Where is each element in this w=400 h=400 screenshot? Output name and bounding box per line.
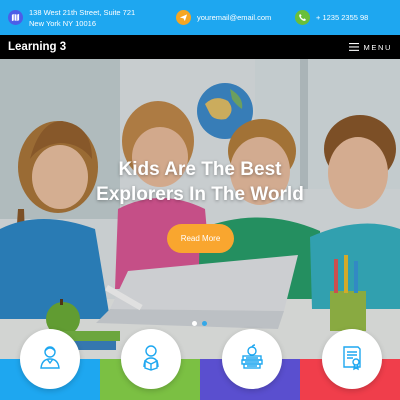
paper-plane-icon xyxy=(176,10,191,25)
phone-number[interactable]: + 1235 2355 98 xyxy=(316,12,368,23)
read-more-button[interactable]: Read More xyxy=(167,224,234,253)
student-reading-icon xyxy=(137,343,165,376)
slide-dot-1[interactable] xyxy=(192,321,197,326)
headline-line-2: Explorers In The World xyxy=(96,184,304,205)
hero-slider: Kids Are The Best Explorers In The World… xyxy=(0,59,400,359)
address-info: 138 West 21th Street, Suite 721 New York… xyxy=(8,0,135,35)
navbar: Learning 3 MENU xyxy=(0,35,400,59)
feature-teacher[interactable] xyxy=(20,329,80,389)
email-link[interactable]: youremail@email.com xyxy=(197,12,271,23)
hero-headline: Kids Are The Best Explorers In The World xyxy=(0,157,400,207)
teacher-icon xyxy=(36,343,64,376)
feature-student[interactable] xyxy=(121,329,181,389)
menu-label: MENU xyxy=(363,42,392,52)
feature-library[interactable] xyxy=(222,329,282,389)
feature-certificate[interactable] xyxy=(322,329,382,389)
books-apple-icon xyxy=(238,343,266,376)
slide-dot-2[interactable] xyxy=(202,321,207,326)
hamburger-icon xyxy=(348,38,359,56)
menu-toggle[interactable]: MENU xyxy=(348,35,392,59)
phone-info[interactable]: + 1235 2355 98 xyxy=(295,0,368,35)
address-line-1: 138 West 21th Street, Suite 721 xyxy=(29,7,136,17)
hero-overlay xyxy=(0,59,400,359)
map-icon xyxy=(8,10,23,25)
top-info-bar: 138 West 21th Street, Suite 721 New York… xyxy=(0,0,400,35)
address-line-2: New York NY 10016 xyxy=(29,18,96,28)
phone-icon xyxy=(295,10,310,25)
brand-logo[interactable]: Learning 3 xyxy=(8,35,66,59)
email-info[interactable]: youremail@email.com xyxy=(176,0,271,35)
certificate-icon xyxy=(338,343,366,376)
headline-line-1: Kids Are The Best xyxy=(118,159,282,180)
slider-pagination xyxy=(192,321,212,326)
